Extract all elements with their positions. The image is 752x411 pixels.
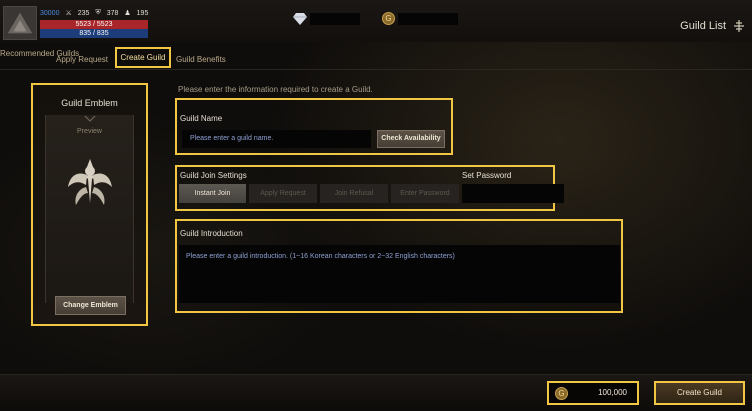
diamond-balance xyxy=(310,13,360,25)
check-availability-button[interactable]: Check Availability xyxy=(377,130,445,148)
mp-bar: 835 / 835 xyxy=(40,29,148,38)
introduction-textarea[interactable]: Please enter a guild introduction. (1~16… xyxy=(179,245,620,303)
emblem-title: Guild Emblem xyxy=(61,98,118,108)
join-settings-label: Guild Join Settings xyxy=(180,171,247,180)
guild-list-title: Guild List xyxy=(680,20,726,32)
change-emblem-button[interactable]: Change Emblem xyxy=(55,296,126,315)
guild-name-input[interactable]: Please enter a guild name. xyxy=(182,130,371,148)
tab-guild-benefits[interactable]: Guild Benefits xyxy=(176,55,226,64)
gold-balance xyxy=(398,13,458,25)
guild-emblem-icon xyxy=(68,159,112,205)
shield-icon: ⛨ xyxy=(95,9,101,16)
sword-icon: ⚔ xyxy=(65,10,72,17)
enter-password-button[interactable]: Enter Password xyxy=(391,184,459,203)
player-stats: 30000 ⚔ 235 ⛨ 378 ♟ 195 xyxy=(40,9,148,17)
guild-emblem-panel: Guild Emblem Preview Change Emblem xyxy=(31,83,148,326)
instant-join-button[interactable]: Instant Join xyxy=(179,184,246,203)
defense-value: 378 xyxy=(106,9,119,17)
level-value: 30000 xyxy=(40,9,60,17)
tab-create-guild[interactable]: Create Guild xyxy=(115,47,171,68)
preview-label: Preview xyxy=(77,128,102,135)
hp-bar: 5523 / 5523 xyxy=(40,20,148,29)
gold-coin-icon: G xyxy=(382,12,395,25)
diamond-icon xyxy=(293,13,307,25)
form-instruction: Please enter the information required to… xyxy=(178,85,373,94)
chevron-down-icon xyxy=(84,115,96,122)
creation-cost: G 100,000 xyxy=(547,381,639,405)
apply-request-button[interactable]: Apply Request xyxy=(249,184,317,203)
boot-icon: ♟ xyxy=(124,10,131,17)
set-password-label: Set Password xyxy=(462,171,512,180)
introduction-label: Guild Introduction xyxy=(180,229,243,238)
attack-value: 235 xyxy=(77,9,90,17)
guild-name-label: Guild Name xyxy=(180,114,223,123)
password-input[interactable] xyxy=(462,184,564,203)
join-refusal-button[interactable]: Join Refusal xyxy=(320,184,388,203)
tab-recommended-guilds[interactable]: Recommended Guilds xyxy=(0,49,79,59)
bottom-bar xyxy=(0,374,752,411)
emblem-banner: Preview xyxy=(45,115,134,303)
gold-coin-icon: G xyxy=(555,387,568,400)
create-guild-button[interactable]: Create Guild xyxy=(654,381,745,405)
speed-value: 195 xyxy=(136,9,149,17)
tab-apply-request[interactable]: Apply Request xyxy=(56,55,108,64)
guild-list-icon[interactable] xyxy=(732,19,746,33)
cost-value: 100,000 xyxy=(598,388,627,397)
top-status-bar: 30000 ⚔ 235 ⛨ 378 ♟ 195 5523 / 5523 835 / 8… xyxy=(0,0,752,42)
tab-divider xyxy=(0,69,752,70)
character-portrait[interactable] xyxy=(3,6,37,40)
